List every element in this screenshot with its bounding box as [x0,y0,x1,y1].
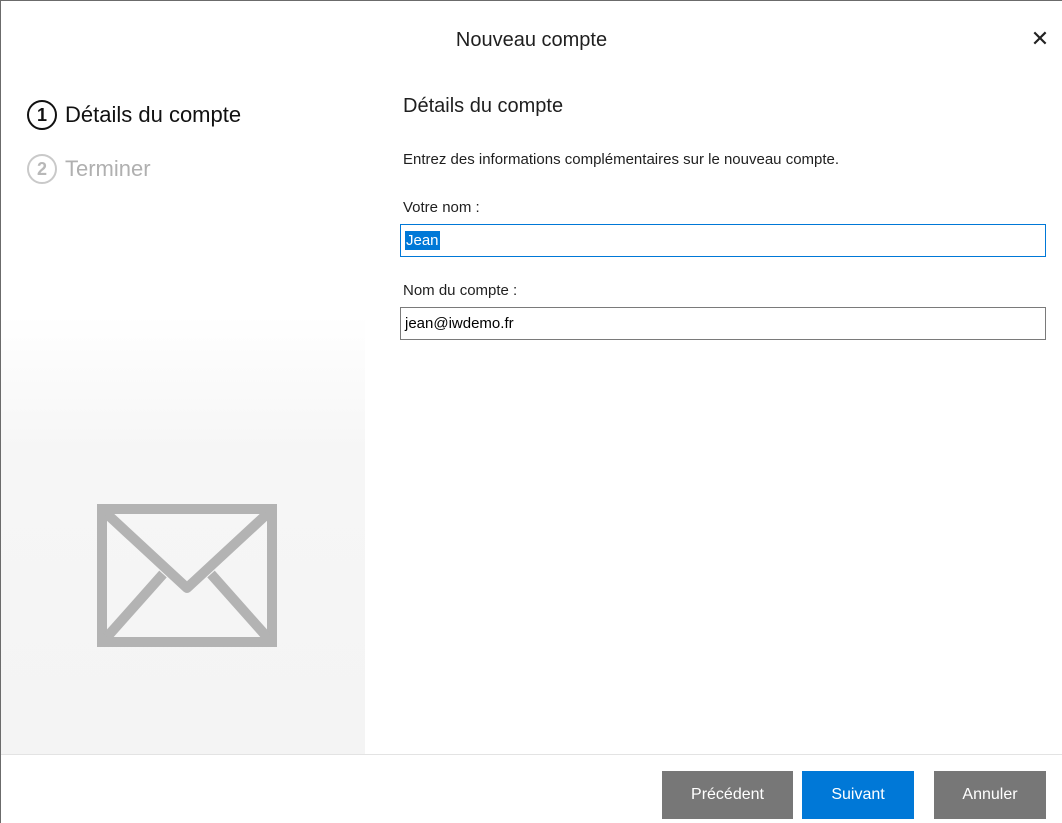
step-label: Terminer [65,156,151,181]
step-finish: 2 Terminer [27,151,151,187]
step-number: 1 [27,100,57,130]
close-icon: ✕ [1030,26,1050,51]
close-button[interactable]: ✕ [1028,27,1052,51]
previous-button[interactable]: Précédent [662,771,793,819]
title-bar: Nouveau compte ✕ [1,1,1062,79]
step-label: Détails du compte [65,102,242,127]
step-number: 2 [27,154,57,184]
step-account-details: 1 Détails du compte [27,97,241,133]
new-account-dialog: Nouveau compte ✕ 1 Détails du compte 2 T… [0,0,1062,823]
section-title: Détails du compte [403,95,564,117]
next-button[interactable]: Suivant [802,771,914,819]
wizard-sidebar: 1 Détails du compte 2 Terminer [1,79,365,754]
dialog-title: Nouveau compte [455,29,608,51]
account-name-value: jean@iwdemo.fr [405,315,514,332]
name-input[interactable]: Jean [400,224,1046,257]
envelope-icon [97,504,277,647]
form-panel: Détails du compte Entrez des information… [365,79,1062,754]
cancel-button[interactable]: Annuler [934,771,1046,819]
account-name-input[interactable]: jean@iwdemo.fr [400,307,1046,340]
section-description: Entrez des informations complémentaires … [403,151,840,168]
name-value-selected: Jean [405,231,440,250]
dialog-footer: Précédent Suivant Annuler [1,754,1062,823]
name-label: Votre nom : [403,199,480,216]
account-name-label: Nom du compte : [403,282,518,299]
